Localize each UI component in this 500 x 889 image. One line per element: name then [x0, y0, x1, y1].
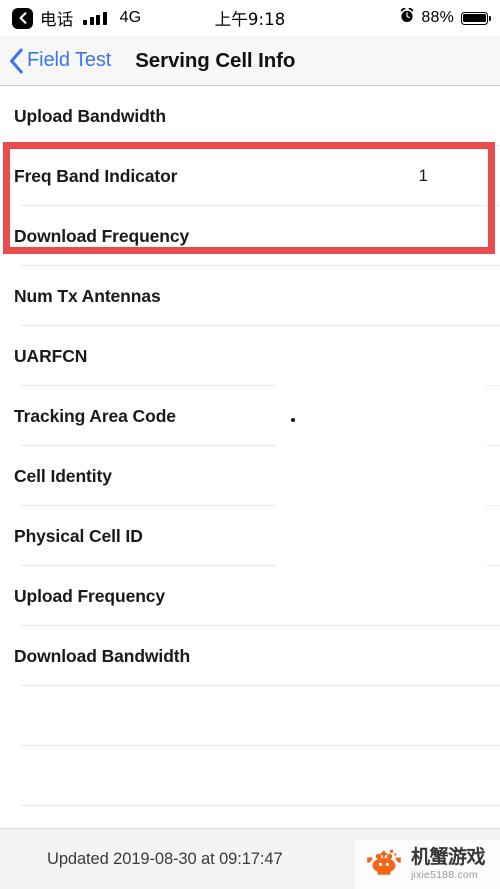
table-row[interactable]: Tracking Area Code: [0, 386, 500, 446]
table-row[interactable]: Upload Frequency: [0, 566, 500, 626]
table-row-empty[interactable]: [0, 686, 500, 746]
row-label: UARFCN: [14, 345, 88, 366]
table-row[interactable]: Download Frequency: [0, 206, 500, 266]
signal-bars-icon: [83, 11, 107, 25]
row-label: Upload Bandwidth: [14, 105, 166, 126]
watermark-url: jixie5188.com: [411, 869, 478, 882]
watermark-title: 机蟹游戏: [411, 846, 486, 869]
row-label: Cell Identity: [14, 465, 112, 486]
serving-cell-info-list: Upload Bandwidth Freq Band Indicator 1 D…: [0, 86, 500, 866]
table-row[interactable]: Physical Cell ID: [0, 506, 500, 566]
chevron-left-icon: [9, 47, 24, 74]
network-type-label: 4G: [119, 9, 142, 26]
table-row[interactable]: Cell Identity: [0, 446, 500, 506]
back-button-label: Field Test: [27, 49, 112, 71]
table-row[interactable]: Download Bandwidth: [0, 626, 500, 686]
crab-logo-icon: [362, 847, 406, 882]
table-row-empty[interactable]: [0, 746, 500, 806]
row-label: Num Tx Antennas: [14, 285, 161, 306]
battery-full-icon: [461, 11, 491, 25]
battery-percent-label: 88%: [421, 9, 454, 26]
value-dot-artifact: [291, 418, 295, 422]
row-label: Download Frequency: [14, 225, 190, 246]
row-label: Freq Band Indicator: [14, 165, 178, 186]
back-button[interactable]: Field Test: [0, 47, 112, 74]
carrier-label: 电话: [40, 10, 74, 29]
row-value: 1: [418, 166, 428, 185]
chevron-left-icon[interactable]: [12, 7, 33, 29]
row-label: Upload Frequency: [14, 585, 166, 606]
navigation-bar: Field Test Serving Cell Info: [0, 36, 500, 86]
status-bar: 电话 4G 上午9:18 88%: [0, 0, 500, 36]
updated-timestamp-label: Updated 2019-08-30 at 09:17:47: [47, 849, 283, 868]
table-row[interactable]: Upload Bandwidth: [0, 86, 500, 146]
status-bar-right: 88%: [400, 7, 491, 28]
row-label: Download Bandwidth: [14, 645, 191, 666]
watermark-text: 机蟹游戏 jixie5188.com: [411, 846, 486, 882]
table-row[interactable]: UARFCN: [0, 326, 500, 386]
phone-screen: 电话 4G 上午9:18 88% Field Test Serving Cell…: [0, 0, 500, 889]
alarm-clock-icon: [400, 7, 414, 28]
row-label: Tracking Area Code: [14, 405, 176, 426]
status-bar-left: 电话 4G: [12, 6, 141, 30]
table-row[interactable]: Freq Band Indicator 1: [0, 146, 500, 206]
page-title: Serving Cell Info: [135, 48, 296, 72]
table-row[interactable]: Num Tx Antennas: [0, 266, 500, 326]
row-label: Physical Cell ID: [14, 525, 143, 546]
site-watermark: 机蟹游戏 jixie5188.com: [355, 840, 500, 889]
